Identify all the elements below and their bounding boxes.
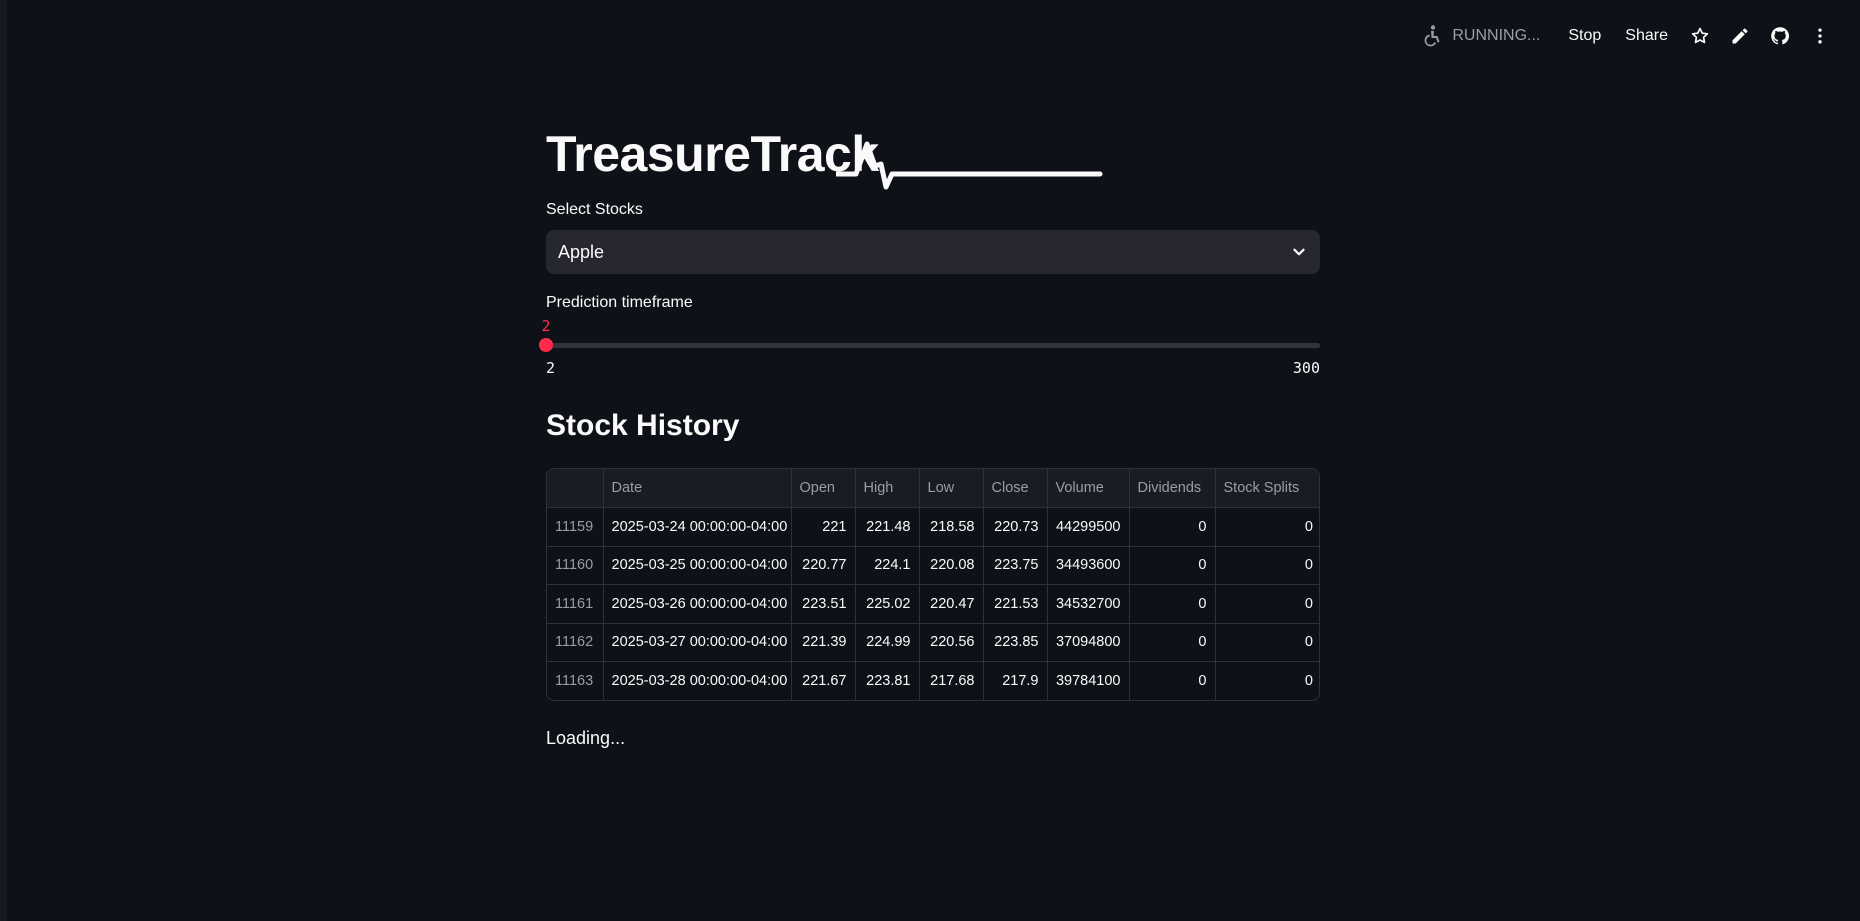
row-index: 11160 bbox=[547, 546, 604, 585]
cell-open: 223.51 bbox=[791, 584, 856, 624]
cell-open: 221.39 bbox=[791, 623, 856, 662]
row-index: 11162 bbox=[547, 623, 604, 662]
cell-high: 225.02 bbox=[855, 584, 920, 624]
heartbeat-pulse-icon bbox=[836, 141, 1103, 190]
table-row: 11160 2025-03-25 00:00:00-04:00 220.77 2… bbox=[547, 546, 1319, 585]
more-vertical-icon[interactable] bbox=[1800, 18, 1840, 54]
slider-max-label: 300 bbox=[1292, 359, 1320, 377]
top-toolbar: RUNNING... Stop Share bbox=[1420, 18, 1840, 54]
cell-date: 2025-03-24 00:00:00-04:00 bbox=[603, 507, 792, 547]
cell-close: 220.73 bbox=[983, 507, 1048, 547]
select-stocks-label: Select Stocks bbox=[546, 201, 643, 218]
row-index: 11163 bbox=[547, 661, 604, 700]
table-row: 11163 2025-03-28 00:00:00-04:00 221.67 2… bbox=[547, 661, 1319, 700]
row-index: 11159 bbox=[547, 507, 604, 547]
share-button[interactable]: Share bbox=[1613, 21, 1680, 51]
cell-high: 223.81 bbox=[855, 661, 920, 700]
row-index: 11161 bbox=[547, 584, 604, 624]
loading-text: Loading... bbox=[546, 728, 626, 748]
cell-open: 220.77 bbox=[791, 546, 856, 585]
cell-volume: 44299500 bbox=[1047, 507, 1130, 547]
stop-button[interactable]: Stop bbox=[1556, 21, 1613, 51]
cell-volume: 37094800 bbox=[1047, 623, 1130, 662]
cell-low: 217.68 bbox=[919, 661, 984, 700]
cell-stock-splits: 0 bbox=[1215, 546, 1319, 585]
running-status: RUNNING... bbox=[1420, 24, 1540, 48]
cell-dividends: 0 bbox=[1129, 661, 1216, 700]
slider-min-label: 2 bbox=[546, 359, 556, 377]
cell-stock-splits: 0 bbox=[1215, 507, 1319, 547]
cell-close: 221.53 bbox=[983, 584, 1048, 624]
slider-current-value: 2 bbox=[541, 317, 551, 335]
running-status-text: RUNNING... bbox=[1452, 27, 1541, 44]
column-header-open[interactable]: Open bbox=[791, 469, 856, 508]
cell-dividends: 0 bbox=[1129, 507, 1216, 547]
cell-low: 220.47 bbox=[919, 584, 984, 624]
cell-dividends: 0 bbox=[1129, 623, 1216, 662]
cell-date: 2025-03-28 00:00:00-04:00 bbox=[603, 661, 792, 700]
table-row: 11159 2025-03-24 00:00:00-04:00 221 221.… bbox=[547, 507, 1319, 547]
star-icon[interactable] bbox=[1680, 18, 1720, 54]
cell-dividends: 0 bbox=[1129, 584, 1216, 624]
chevron-down-icon bbox=[1290, 243, 1308, 261]
cell-stock-splits: 0 bbox=[1215, 623, 1319, 662]
column-header-low[interactable]: Low bbox=[919, 469, 984, 508]
cell-open: 221.67 bbox=[791, 661, 856, 700]
stock-history-table[interactable]: Date Open High Low Close Volume Dividend… bbox=[546, 468, 1320, 701]
cell-high: 224.1 bbox=[855, 546, 920, 585]
app-title: TreasureTrack bbox=[546, 126, 879, 182]
column-header-dividends[interactable]: Dividends bbox=[1129, 469, 1216, 508]
column-header-volume[interactable]: Volume bbox=[1047, 469, 1130, 508]
pencil-icon[interactable] bbox=[1720, 18, 1760, 54]
stock-history-title: Stock History bbox=[546, 409, 740, 442]
column-header-high[interactable]: High bbox=[855, 469, 920, 508]
column-header-date[interactable]: Date bbox=[603, 469, 792, 508]
cell-stock-splits: 0 bbox=[1215, 584, 1319, 624]
cell-open: 221 bbox=[791, 507, 856, 547]
prediction-slider-track[interactable] bbox=[546, 343, 1320, 348]
cell-date: 2025-03-27 00:00:00-04:00 bbox=[603, 623, 792, 662]
stock-select-value: Apple bbox=[558, 241, 605, 262]
cell-volume: 39784100 bbox=[1047, 661, 1130, 700]
table-row: 11161 2025-03-26 00:00:00-04:00 223.51 2… bbox=[547, 584, 1319, 624]
running-figure-icon bbox=[1420, 24, 1444, 48]
cell-dividends: 0 bbox=[1129, 546, 1216, 585]
column-header-stock-splits[interactable]: Stock Splits bbox=[1215, 469, 1319, 508]
cell-high: 224.99 bbox=[855, 623, 920, 662]
cell-close: 223.85 bbox=[983, 623, 1048, 662]
cell-date: 2025-03-25 00:00:00-04:00 bbox=[603, 546, 792, 585]
cell-low: 220.08 bbox=[919, 546, 984, 585]
table-row: 11162 2025-03-27 00:00:00-04:00 221.39 2… bbox=[547, 623, 1319, 662]
cell-volume: 34493600 bbox=[1047, 546, 1130, 585]
cell-date: 2025-03-26 00:00:00-04:00 bbox=[603, 584, 792, 624]
prediction-slider-thumb[interactable] bbox=[539, 338, 553, 352]
github-icon[interactable] bbox=[1760, 18, 1800, 54]
cell-low: 218.58 bbox=[919, 507, 984, 547]
column-header-index[interactable] bbox=[547, 469, 604, 508]
cell-low: 220.56 bbox=[919, 623, 984, 662]
stock-select[interactable]: Apple bbox=[546, 230, 1320, 274]
cell-close: 217.9 bbox=[983, 661, 1048, 700]
column-header-close[interactable]: Close bbox=[983, 469, 1048, 508]
app-title-row: TreasureTrack bbox=[546, 124, 1103, 190]
cell-volume: 34532700 bbox=[1047, 584, 1130, 624]
cell-close: 223.75 bbox=[983, 546, 1048, 585]
cell-high: 221.48 bbox=[855, 507, 920, 547]
prediction-timeframe-label: Prediction timeframe bbox=[546, 294, 693, 311]
table-header-row: Date Open High Low Close Volume Dividend… bbox=[547, 469, 1319, 508]
cell-stock-splits: 0 bbox=[1304, 672, 1313, 689]
left-edge-strip bbox=[0, 0, 7, 921]
